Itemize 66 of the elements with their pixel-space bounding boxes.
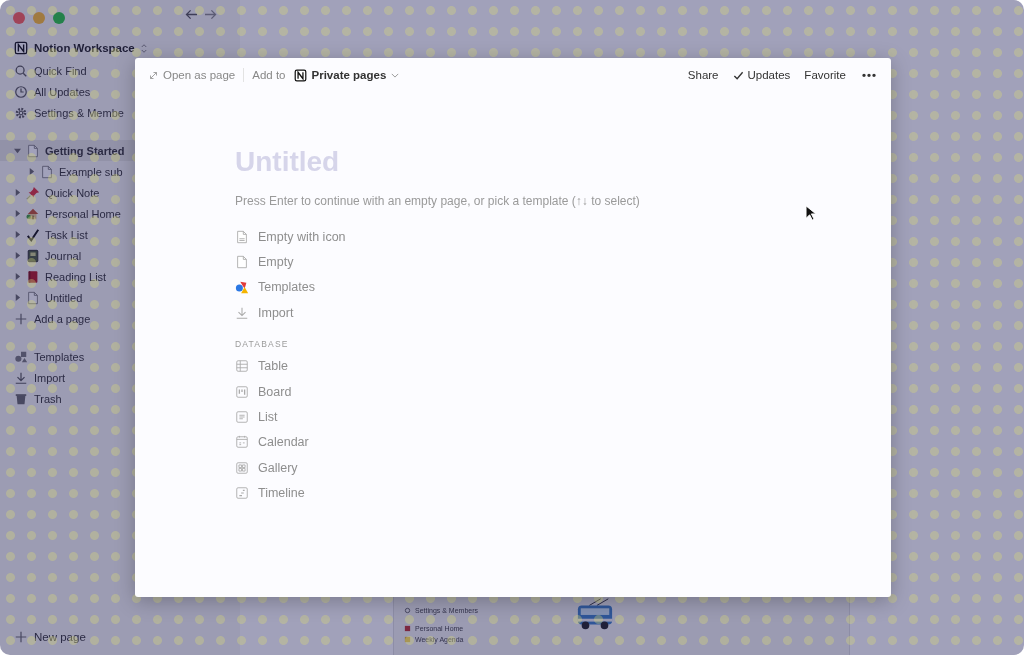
expand-caret-icon[interactable] [14, 231, 21, 238]
book-icon [26, 269, 40, 284]
page-icon [26, 143, 40, 158]
database-option[interactable]: Gallery [235, 455, 891, 481]
expand-caret-icon[interactable] [14, 294, 21, 301]
sidebar-nav-item[interactable]: Trash [34, 392, 62, 405]
add-page-link[interactable]: Add a page [34, 312, 91, 325]
sidebar-nav-item[interactable]: Quick Find [34, 64, 87, 77]
location-dropdown[interactable]: Private pages [293, 68, 400, 82]
table-icon [235, 359, 249, 374]
trolleybus-icon [576, 597, 614, 631]
expand-caret-icon[interactable] [28, 168, 35, 175]
new-page-button[interactable]: New page [34, 630, 86, 643]
database-option[interactable]: List [235, 404, 891, 430]
page-icon [26, 290, 40, 305]
timeline-icon [235, 486, 249, 501]
sidebar-nav-item[interactable]: All Updates [34, 85, 91, 98]
chevron-down-icon [391, 72, 400, 78]
list-icon [235, 410, 249, 425]
expand-caret-icon[interactable] [14, 252, 21, 259]
page-icon [235, 229, 249, 244]
mouse-pointer-icon [805, 205, 816, 221]
download-icon [14, 370, 28, 385]
search-icon [14, 63, 28, 78]
sidebar-nav-item[interactable]: Templates [34, 350, 85, 363]
database-option[interactable]: Table [235, 353, 891, 379]
shapes-icon [235, 280, 249, 295]
open-as-page-button[interactable]: Open as page [149, 69, 236, 81]
close-window-button[interactable] [13, 12, 25, 24]
expand-icon [149, 70, 158, 80]
expand-caret-icon[interactable] [14, 273, 21, 280]
sidebar-nav-item[interactable]: Import [34, 371, 66, 384]
updown-icon [140, 43, 147, 53]
database-option[interactable]: Timeline [235, 480, 891, 506]
workspace-switcher[interactable]: Notion Workspace [34, 42, 135, 54]
board-icon [235, 384, 249, 399]
workspace-logo-icon [14, 41, 28, 55]
header-action-button[interactable]: Share [687, 69, 719, 81]
page-icon [40, 164, 54, 179]
updates-button[interactable]: Updates [732, 69, 791, 81]
clock-icon [14, 84, 28, 99]
trash-icon [14, 391, 28, 406]
forward-arrow-icon[interactable] [204, 9, 217, 20]
page-icon [235, 255, 249, 270]
database-option[interactable]: Board [235, 378, 891, 405]
add-to-label: Add to [252, 69, 286, 81]
header-action-button[interactable]: Favorite [804, 69, 846, 81]
expand-caret-icon[interactable] [14, 189, 21, 196]
gallery-icon [235, 460, 249, 475]
download-icon [235, 305, 249, 320]
shapes-icon [14, 349, 28, 364]
plus-icon [14, 629, 28, 644]
check-icon [732, 69, 744, 81]
expand-caret-icon[interactable] [14, 210, 21, 217]
back-arrow-icon[interactable] [185, 9, 198, 20]
pin-icon [26, 185, 40, 200]
zoom-window-button[interactable] [53, 12, 65, 24]
calendar-icon [235, 435, 249, 450]
check-icon [26, 227, 40, 242]
more-button[interactable]: ••• [861, 69, 877, 81]
plus-icon [14, 311, 28, 326]
section-heading: DATABASE [235, 338, 290, 349]
collapse-caret-icon[interactable] [14, 147, 21, 154]
sidebar-nav-item[interactable]: Settings & Membe [34, 106, 124, 119]
workspace-logo-icon [293, 68, 307, 82]
database-option[interactable]: Calendar [235, 429, 891, 456]
